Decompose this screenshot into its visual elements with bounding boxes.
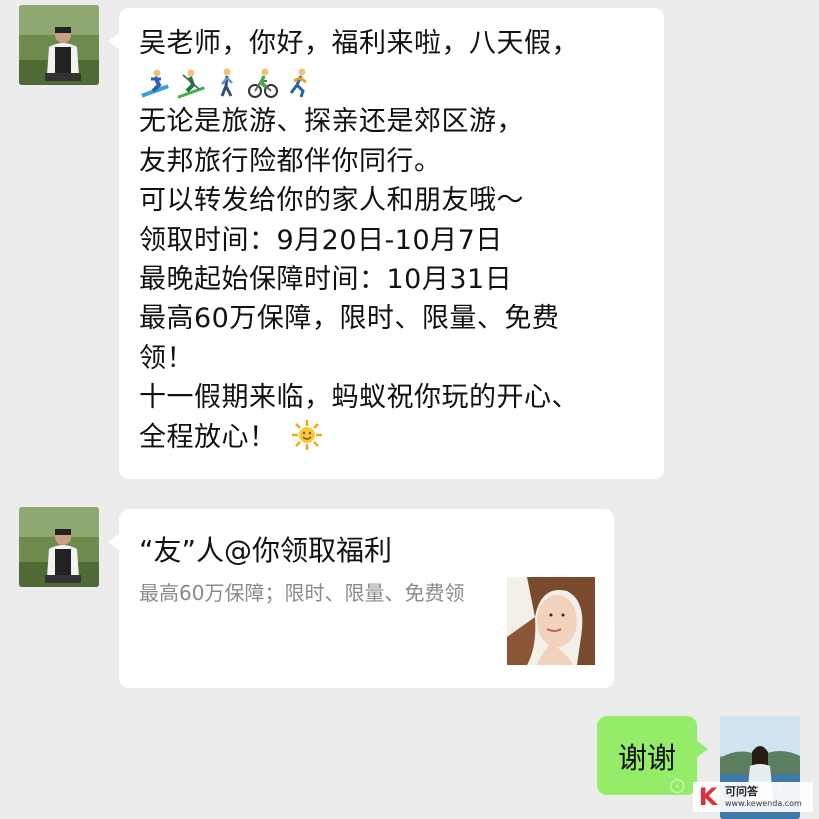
sender-avatar-image [19, 5, 99, 85]
watermark-name: 可问答 [725, 785, 758, 798]
message-bubble-incoming[interactable]: 吴老师，你好，福利来啦，八天假， 无论是旅游、探亲还是郊区游， 友邦旅行险都伴你… [108, 8, 664, 479]
skier-emoji [175, 67, 207, 99]
runner-emoji [283, 67, 315, 99]
card-description: 最高60万保障；限时、限量、免费领 [139, 581, 465, 605]
skier-emoji [139, 67, 171, 99]
shared-link-card[interactable]: “友”人@你领取福利 最高60万保障；限时、限量、免费领 [108, 509, 614, 688]
emoji-row [139, 63, 649, 102]
card-title: “友”人@你领取福利 [139, 534, 393, 567]
message-line-text: 全程放心！ [139, 421, 277, 453]
watermark-url: www.kewenda.com [725, 799, 802, 808]
watermark-text: 可问答 www.kewenda.com [725, 786, 802, 808]
message-line-last: 全程放心！ [139, 418, 649, 457]
message-line: 领取时间：9月20日-10月7日 [139, 224, 503, 256]
sender-avatar[interactable] [19, 507, 99, 587]
watermark-logo-icon: K [698, 783, 718, 811]
sender-avatar[interactable] [19, 5, 99, 85]
sender-avatar-image [19, 507, 99, 587]
watermark-badge: K 可问答 www.kewenda.com [693, 782, 813, 812]
message-line: 十一假期来临，蚂蚁祝你玩的开心、 [139, 382, 579, 414]
cyclist-emoji [247, 67, 279, 99]
message-line: 吴老师，你好，福利来啦，八天假， [139, 28, 579, 59]
message-line: 可以转发给你的家人和朋友哦～ [139, 185, 524, 217]
message-line: 领！ [139, 342, 194, 374]
message-line: 友邦旅行险都伴你同行。 [139, 145, 442, 177]
card-thumbnail [507, 577, 595, 665]
message-line: 无论是旅游、探亲还是郊区游， [139, 106, 524, 138]
message-text: 吴老师，你好，福利来啦，八天假， 无论是旅游、探亲还是郊区游， 友邦旅行险都伴你… [139, 24, 649, 457]
message-line: 最高60万保障，限时、限量、免费 [139, 303, 560, 335]
walker-emoji [211, 67, 243, 99]
message-line: 最晚起始保障时间：10月31日 [139, 264, 513, 296]
sun-emoji [291, 419, 323, 451]
